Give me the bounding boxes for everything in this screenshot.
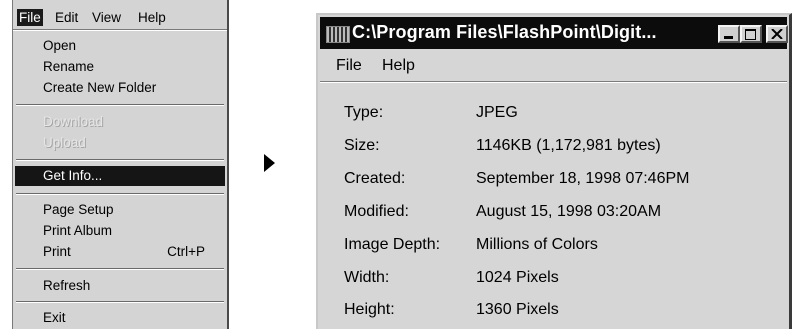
menubar-divider <box>13 29 227 31</box>
info-window: C:\Program Files\FlashPoint\Digit... Fil… <box>316 13 792 329</box>
info-row-height: Height: 1360 Pixels <box>318 298 789 322</box>
title-bar[interactable]: C:\Program Files\FlashPoint\Digit... <box>320 17 788 49</box>
menu-item-page-setup[interactable]: Page Setup <box>43 200 221 220</box>
info-label: Modified: <box>344 203 409 220</box>
window-menubar-divider <box>320 81 787 83</box>
info-row-type: Type: JPEG <box>318 101 789 125</box>
info-label: Width: <box>344 269 390 286</box>
app-icon <box>326 26 350 43</box>
menu-item-create-new-folder[interactable]: Create New Folder <box>43 78 221 98</box>
print-shortcut: Ctrl+P <box>167 244 205 259</box>
window-menu-file[interactable]: File <box>336 57 362 75</box>
menu-item-get-info[interactable]: Get Info... <box>15 166 225 186</box>
menu-item-open[interactable]: Open <box>43 36 221 56</box>
menu-item-upload: Upload <box>43 135 86 150</box>
info-label: Created: <box>344 170 406 187</box>
close-icon <box>771 29 783 39</box>
menu-edit[interactable]: Edit <box>53 9 80 26</box>
arrow-right-icon <box>264 154 275 172</box>
menu-separator <box>16 193 224 195</box>
info-label: Size: <box>344 137 380 154</box>
menu-item-rename[interactable]: Rename <box>43 57 221 77</box>
window-title: C:\Program Files\FlashPoint\Digit... <box>352 22 657 42</box>
info-label: Height: <box>344 301 395 318</box>
menu-separator <box>16 104 224 106</box>
info-row-modified: Modified: August 15, 1998 03:20AM <box>318 200 789 224</box>
maximize-button[interactable] <box>740 25 762 43</box>
info-value: JPEG <box>476 104 518 121</box>
menu-item-refresh[interactable]: Refresh <box>43 276 221 296</box>
window-menu-help[interactable]: Help <box>382 57 415 75</box>
menu-separator <box>16 301 224 303</box>
menu-separator <box>16 159 224 161</box>
info-label: Type: <box>344 104 384 121</box>
minimize-button[interactable] <box>718 25 740 43</box>
menu-item-download: Download <box>43 114 104 129</box>
menu-item-print-album[interactable]: Print Album <box>43 221 221 241</box>
info-value: September 18, 1998 07:46PM <box>476 170 690 187</box>
menu-item-print[interactable]: Print Ctrl+P <box>43 242 221 262</box>
info-value: 1146KB (1,172,981 bytes) <box>476 137 661 154</box>
info-row-width: Width: 1024 Pixels <box>318 266 789 290</box>
menu-view[interactable]: View <box>90 9 123 26</box>
close-button[interactable] <box>766 25 788 43</box>
info-row-image-depth: Image Depth: Millions of Colors <box>318 233 789 257</box>
info-row-created: Created: September 18, 1998 07:46PM <box>318 167 789 191</box>
menu-item-exit[interactable]: Exit <box>43 308 221 328</box>
info-value: 1024 Pixels <box>476 269 559 286</box>
menu-help[interactable]: Help <box>136 9 168 26</box>
menu-separator <box>16 268 224 270</box>
info-value: 1360 Pixels <box>476 301 559 318</box>
menu-item-print-label: Print <box>43 244 71 259</box>
window-menubar: File Help <box>320 49 787 79</box>
file-menu-panel: File Edit View Help Open Rename Create N… <box>12 0 229 329</box>
info-value: August 15, 1998 03:20AM <box>476 203 662 220</box>
info-row-size: Size: 1146KB (1,172,981 bytes) <box>318 134 789 158</box>
menu-file[interactable]: File <box>17 9 43 26</box>
menubar: File Edit View Help <box>13 6 227 28</box>
info-label: Image Depth: <box>344 236 441 253</box>
info-value: Millions of Colors <box>476 236 598 253</box>
